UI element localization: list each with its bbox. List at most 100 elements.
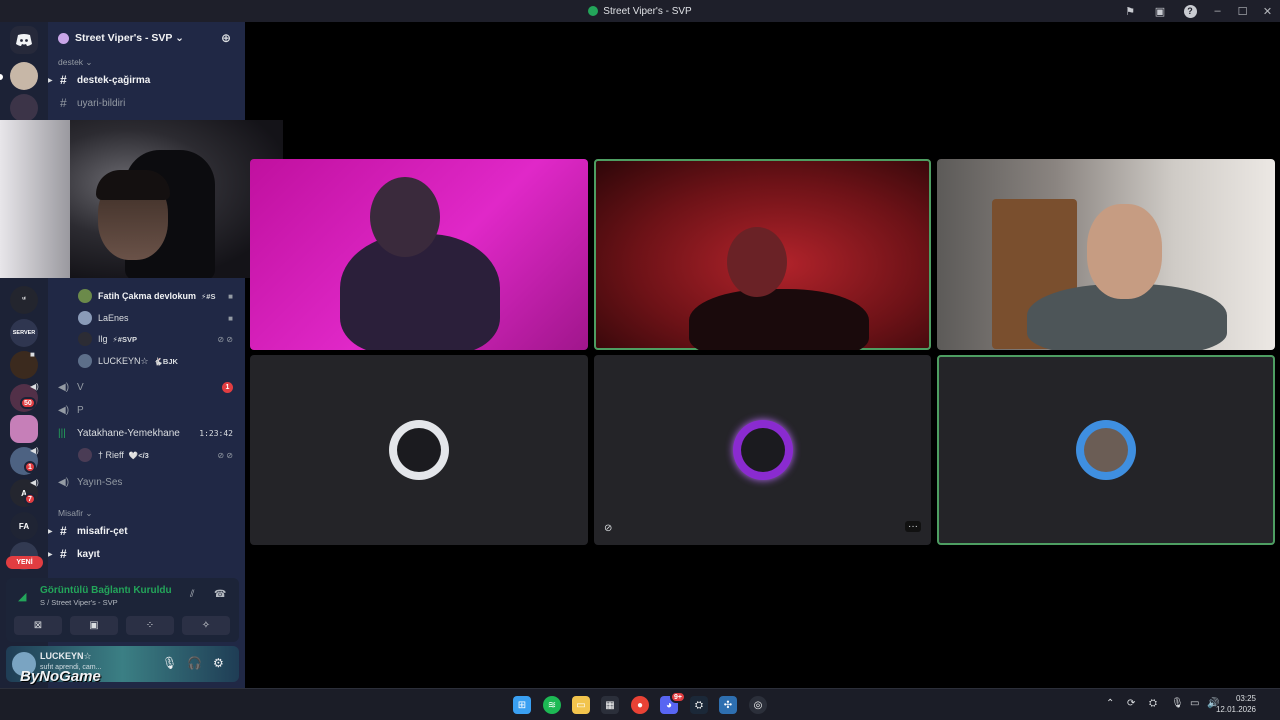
- mute-icon: ⊘ ⊘: [217, 334, 233, 344]
- voice-location[interactable]: S / Street Viper's - SVP: [40, 598, 118, 607]
- voice-user-name: LaEnes: [98, 313, 129, 323]
- soundboard-button[interactable]: ✧: [182, 616, 230, 635]
- title-bar: Street Viper's - SVP ⚑ ▣ ? – ☐ ✕: [0, 0, 1280, 22]
- voice-channel-p[interactable]: ◀) P: [48, 400, 245, 420]
- folder-icon[interactable]: ▭: [572, 696, 590, 714]
- maximize-button[interactable]: ☐: [1230, 0, 1255, 22]
- clock[interactable]: 03:25 12.01.2026: [1216, 693, 1256, 715]
- channel-timer: 1:23:42: [199, 428, 233, 438]
- speaker-icon: ◀): [58, 381, 70, 393]
- hash-icon: #: [60, 73, 67, 87]
- voice-channel-yatakhane[interactable]: ||| Yatakhane-Yemekhane 1:23:42: [48, 423, 245, 443]
- channel-label: V: [77, 381, 84, 393]
- mic-icon[interactable]: 🎙: [162, 656, 177, 670]
- server-icon[interactable]: [10, 62, 38, 90]
- hangup-icon[interactable]: ☎: [214, 589, 226, 600]
- more-icon[interactable]: ···: [905, 521, 921, 532]
- signal-icon[interactable]: ◢: [18, 590, 26, 603]
- speaker-icon: ◀): [30, 446, 39, 455]
- server-icon[interactable]: [10, 415, 38, 443]
- server-icon[interactable]: FA: [10, 512, 38, 540]
- video-person-head: [1087, 204, 1162, 299]
- username[interactable]: LUCKEYN☆: [40, 651, 92, 662]
- voice-user-name: LUCKEYN☆: [98, 355, 149, 366]
- participant-avatar: [1076, 420, 1136, 480]
- server-name: Street Viper's - SVP ⌄: [75, 32, 184, 44]
- gear-icon[interactable]: ⚙: [213, 656, 224, 670]
- network-icon[interactable]: ▭: [1190, 698, 1199, 709]
- voice-channel-v[interactable]: ◀) V 1: [48, 377, 245, 397]
- server-icon[interactable]: [10, 94, 38, 122]
- channel-label: P: [77, 404, 84, 416]
- steam-tray-icon[interactable]: ⛭: [1149, 698, 1157, 709]
- close-button[interactable]: ✕: [1255, 0, 1280, 22]
- avatar-image: [740, 428, 785, 472]
- voice-user[interactable]: Ilg ⚡#SVP ⊘ ⊘: [78, 329, 243, 349]
- app-icon[interactable]: ◎: [749, 696, 767, 714]
- voice-user[interactable]: LUCKEYN☆ 🐇BJK: [78, 351, 243, 371]
- voice-user[interactable]: † Rieff 🤍</3 ⊘ ⊘: [78, 445, 243, 465]
- title-bar-controls: ⚑ ▣ ? – ☐ ✕: [1115, 0, 1280, 22]
- help-icon[interactable]: ?: [1175, 0, 1205, 22]
- screen-icon[interactable]: ▣: [1145, 0, 1175, 22]
- video-tile[interactable]: [250, 355, 588, 545]
- voice-user[interactable]: Fatih Çakma devlokum ⚡#S ■: [78, 286, 243, 306]
- mention-badge: 50: [20, 397, 36, 409]
- headphones-icon[interactable]: 🎧: [187, 656, 202, 670]
- tray-chevron-icon[interactable]: ⌃: [1106, 698, 1114, 709]
- screen-share-button[interactable]: ▣: [70, 616, 118, 635]
- camera-toggle-button[interactable]: ⊠: [14, 616, 62, 635]
- avatar: [78, 289, 92, 303]
- sync-icon[interactable]: ⟳: [1127, 698, 1135, 709]
- channel-misafir-cet[interactable]: ▶ # misafir-çet: [48, 521, 245, 541]
- discord-app: Street Viper's - SVP ⚑ ▣ ? – ☐ ✕ ᵘᴵ SERV…: [0, 0, 1280, 720]
- video-tile-speaking[interactable]: [937, 355, 1275, 545]
- start-icon[interactable]: ⊞: [513, 696, 531, 714]
- discord-home-icon[interactable]: [10, 26, 38, 54]
- channel-kayit[interactable]: ▶ # kayıt: [48, 544, 245, 564]
- video-person-hair: [96, 170, 170, 200]
- mic-icon[interactable]: 🎙: [1171, 698, 1184, 709]
- steam-icon[interactable]: ⛭: [690, 696, 708, 714]
- server-icon[interactable]: SERVER: [10, 319, 38, 347]
- category-misafir[interactable]: Misafir ⌄: [58, 508, 93, 519]
- user-tag: ⚡#SVP: [112, 334, 137, 344]
- channel-uyari-bildiri[interactable]: # uyari-bildiri: [48, 93, 245, 113]
- watermark-logo: ByNoGame: [20, 668, 101, 685]
- unread-arrow-icon: ▶: [48, 528, 53, 535]
- category-destek[interactable]: destek ⌄: [58, 57, 93, 68]
- speaker-icon: ◀): [30, 478, 39, 487]
- channel-destek-cagirma[interactable]: ▶ # destek-çağirma: [48, 70, 245, 90]
- voice-user[interactable]: LaEnes ■: [78, 308, 243, 328]
- video-person-head: [727, 227, 787, 297]
- spotify-icon[interactable]: ≋: [543, 696, 561, 714]
- unread-arrow-icon: ▶: [48, 77, 53, 84]
- mention-badge: 7: [24, 493, 36, 505]
- video-tile[interactable]: ⊘ ···: [594, 355, 931, 545]
- avatar: [78, 311, 92, 325]
- new-unreads-pill[interactable]: YENİ: [6, 556, 43, 569]
- server-header[interactable]: Street Viper's - SVP ⌄ ⊕: [48, 22, 245, 54]
- self-video-preview[interactable]: [0, 120, 283, 278]
- clock-date: 12.01.2026: [1215, 705, 1256, 714]
- video-tile-speaking[interactable]: [594, 159, 931, 350]
- video-tile[interactable]: [937, 159, 1275, 350]
- video-tile[interactable]: [250, 159, 588, 350]
- voice-status[interactable]: Görüntülü Bağlantı Kuruldu: [40, 585, 172, 596]
- app-icon[interactable]: ✣: [719, 696, 737, 714]
- server-status-icon: [588, 6, 599, 16]
- deafen-icon: ⊘: [604, 523, 613, 534]
- activities-button[interactable]: ⁘: [126, 616, 174, 635]
- user-tag: ⚡#S: [201, 291, 216, 301]
- voice-channel-yayin-ses[interactable]: ◀) Yayın-Ses: [48, 472, 245, 492]
- server-icon[interactable]: ᵘᴵ: [10, 286, 38, 314]
- store-icon[interactable]: ▦: [601, 696, 619, 714]
- noise-suppression-icon[interactable]: ⫽: [190, 589, 194, 600]
- channel-label: destek-çağirma: [77, 74, 151, 86]
- flag-icon[interactable]: ⚑: [1115, 0, 1145, 22]
- chrome-icon[interactable]: ●: [631, 696, 649, 714]
- voice-user-name: Fatih Çakma devlokum: [98, 291, 197, 301]
- add-member-icon[interactable]: ⊕: [221, 31, 231, 45]
- avatar: [78, 354, 92, 368]
- minimize-button[interactable]: –: [1205, 0, 1230, 22]
